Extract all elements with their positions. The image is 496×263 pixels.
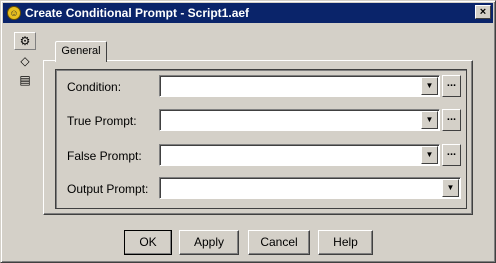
title-bar[interactable]: ☺ Create Conditional Prompt - Script1.ae…	[3, 3, 493, 23]
true-prompt-browse-button[interactable]: ...	[442, 109, 461, 131]
ok-button[interactable]: OK	[124, 230, 172, 255]
tag-icon[interactable]: ◇	[14, 52, 36, 70]
false-prompt-label: False Prompt:	[67, 149, 142, 163]
close-button[interactable]: ×	[475, 5, 491, 19]
true-prompt-label: True Prompt:	[67, 114, 137, 128]
condition-browse-button[interactable]: ...	[442, 75, 461, 97]
true-prompt-combo[interactable]: ▼	[159, 109, 440, 131]
properties-icon[interactable]: ⚙	[14, 32, 36, 50]
dialog-window: ☺ Create Conditional Prompt - Script1.ae…	[0, 0, 496, 263]
false-prompt-combo[interactable]: ▼	[159, 144, 440, 166]
tab-general[interactable]: General	[55, 41, 107, 62]
false-prompt-browse-button[interactable]: ...	[442, 144, 461, 166]
condition-combo[interactable]: ▼	[159, 75, 440, 97]
chevron-down-icon[interactable]: ▼	[421, 111, 438, 129]
apply-button[interactable]: Apply	[179, 230, 239, 255]
chevron-down-icon[interactable]: ▼	[442, 179, 459, 197]
condition-label: Condition:	[67, 80, 122, 94]
help-button[interactable]: Help	[318, 230, 373, 255]
app-icon: ☺	[7, 6, 21, 20]
window-title: Create Conditional Prompt - Script1.aef	[25, 6, 250, 20]
chevron-down-icon[interactable]: ▼	[421, 146, 438, 164]
notes-icon[interactable]: ▤	[14, 71, 36, 89]
chevron-down-icon[interactable]: ▼	[421, 77, 438, 95]
output-prompt-label: Output Prompt:	[67, 182, 149, 196]
output-prompt-combo[interactable]: ▼	[159, 177, 461, 199]
cancel-button[interactable]: Cancel	[248, 230, 310, 255]
